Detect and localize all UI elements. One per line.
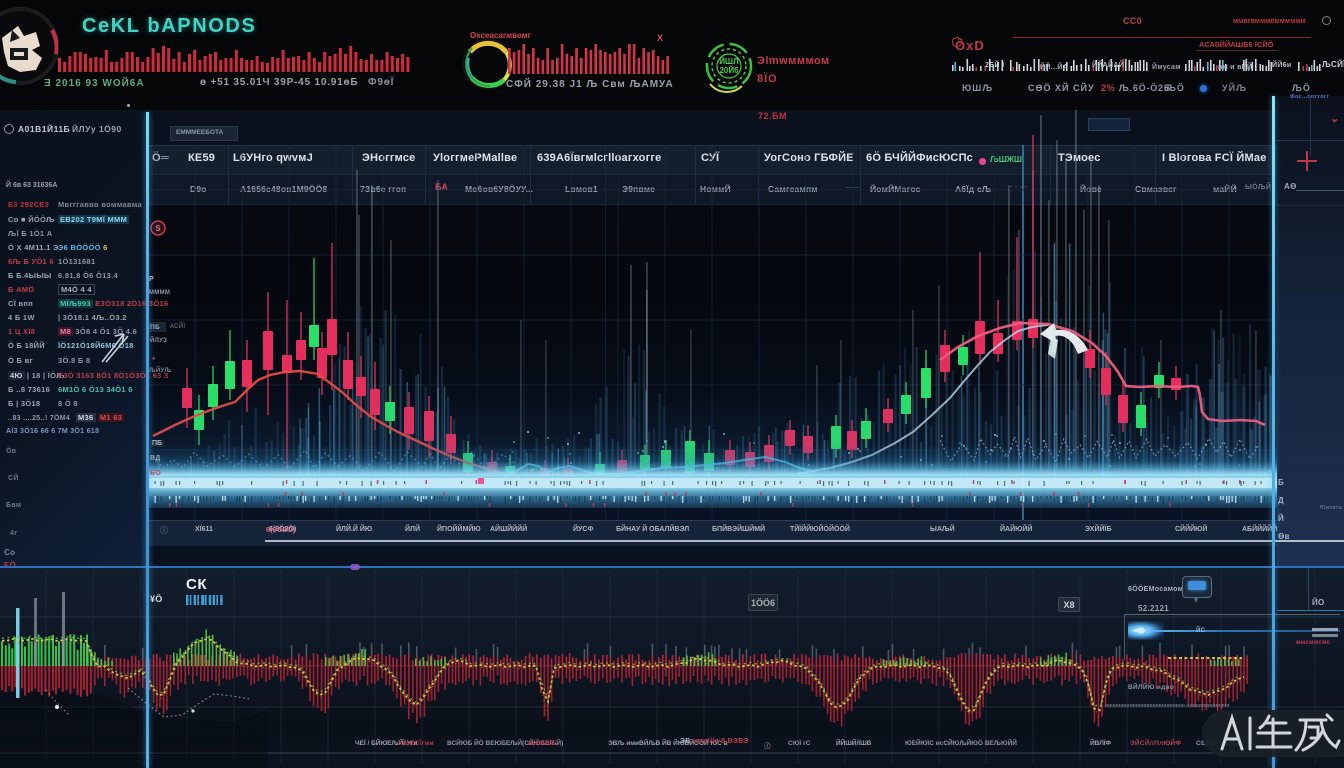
svg-text:20Й6: 20Й6 [719,66,739,75]
svg-text:ЙШЛ: ЙШЛ [719,57,739,66]
svg-text:S: S [155,224,161,233]
